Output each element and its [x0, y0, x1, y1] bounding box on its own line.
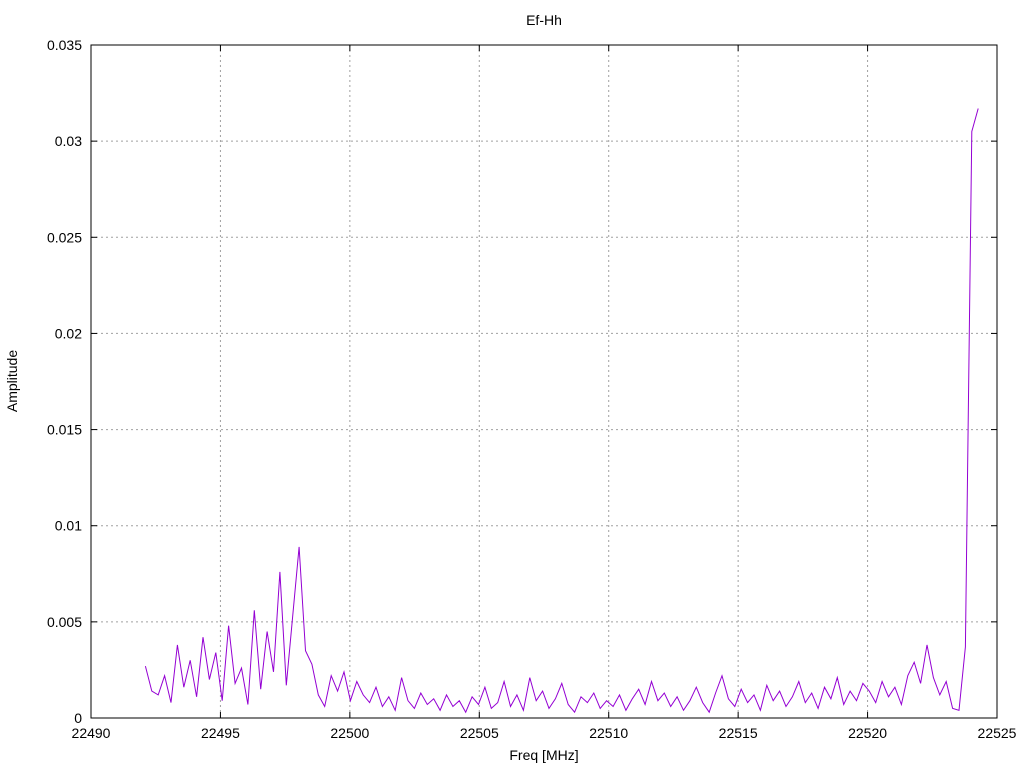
chart-title: Ef-Hh [526, 12, 562, 28]
plot-border [90, 44, 998, 719]
y-tick-label: 0 [74, 710, 82, 726]
axis-ticks: 22490 22495 22500 22505 22510 22515 22520 22525… [47, 37, 1017, 741]
x-tick-label: 22510 [589, 725, 628, 741]
y-tick-label: 0.025 [47, 229, 82, 245]
x-axis-label: Freq [MHz] [509, 747, 578, 763]
y-tick-label: 0.005 [47, 614, 82, 630]
x-tick-label: 22495 [201, 725, 240, 741]
x-tick-label: 22490 [72, 725, 111, 741]
y-tick-label: 0.02 [55, 325, 82, 341]
y-tick-label: 0.01 [55, 518, 82, 534]
x-tick-label: 22500 [330, 725, 369, 741]
x-tick-label: 22525 [978, 725, 1017, 741]
y-tick-label: 0.03 [55, 133, 82, 149]
chart: 22490 22495 22500 22505 22510 22515 22520 22525… [4, 12, 1017, 763]
y-tick-label: 0.015 [47, 422, 82, 438]
y-axis-label: Amplitude [4, 350, 20, 412]
x-tick-label: 22520 [848, 725, 887, 741]
y-tick-label: 0.035 [47, 37, 82, 53]
x-tick-label: 22515 [719, 725, 758, 741]
grid-lines [91, 45, 997, 718]
x-tick-label: 22505 [460, 725, 499, 741]
